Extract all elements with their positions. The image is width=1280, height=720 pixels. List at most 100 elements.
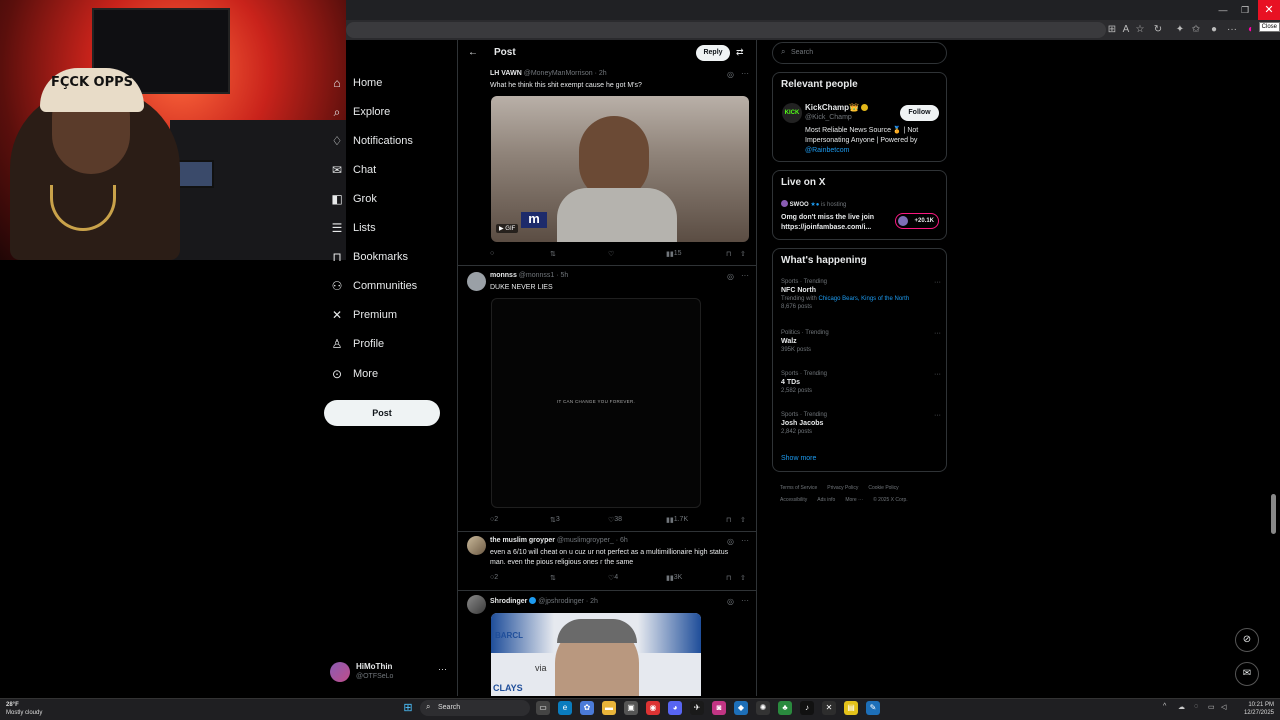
edge-icon[interactable]: e [558, 701, 572, 715]
bookmark-icon[interactable]: ⊓ [726, 516, 731, 524]
nav-item-chat[interactable]: ✉ Chat [330, 159, 376, 181]
retweet-icon[interactable]: ⇅ [550, 574, 556, 582]
tweet-gif[interactable]: m ▶ GIF [491, 96, 749, 242]
tweet-author[interactable]: LH VAWN @MoneyManMorrison · 2h [490, 70, 607, 77]
views-count[interactable]: ▮▮ 3K [666, 574, 682, 582]
profile-icon[interactable]: ● [1208, 24, 1220, 36]
apps-icon[interactable]: ⊞ [1106, 24, 1118, 36]
footer-link[interactable]: More ··· [845, 497, 863, 503]
app-icon[interactable]: ◆ [734, 701, 748, 715]
nav-item-profile[interactable]: ♙ Profile [330, 333, 385, 355]
footer-link[interactable]: © 2025 X Corp. [873, 497, 908, 503]
like-count[interactable]: ♡ 38 [608, 516, 622, 524]
file-explorer-icon[interactable]: ▬ [602, 701, 616, 715]
reply-count[interactable]: ○ 2 [490, 574, 498, 581]
footer-link[interactable]: Ads info [817, 497, 835, 503]
onedrive-icon[interactable]: ☁ [1178, 703, 1185, 711]
filter-icon[interactable]: ⇄ [736, 47, 744, 58]
chrome-icon[interactable]: ◉ [646, 701, 660, 715]
more-options-icon[interactable]: ··· [934, 412, 941, 419]
more-options-icon[interactable]: ··· [934, 330, 941, 337]
live-host[interactable]: SWOO ★● is hosting [781, 200, 846, 208]
footer-link[interactable]: Privacy Policy [827, 485, 858, 491]
live-text[interactable]: Omg don't miss the live join https://joi… [781, 213, 889, 233]
avatar[interactable]: KICK [782, 103, 802, 123]
retweet-count[interactable]: ⇅ 3 [550, 516, 560, 524]
taskbar-search[interactable]: ⌕ Search [420, 700, 530, 716]
scrollbar[interactable] [1271, 494, 1276, 534]
network-icon[interactable]: ▭ [1208, 703, 1215, 711]
reply-icon[interactable]: ○ [490, 250, 494, 257]
mic-icon[interactable]: ◌ [1194, 703, 1198, 710]
person-name[interactable]: KickChamp👑 [805, 103, 868, 112]
trend-item[interactable]: Sports · Trending 4 TDs 2,582 posts ··· [781, 371, 941, 394]
like-count[interactable]: ♡ 4 [608, 574, 618, 582]
footer-link[interactable]: Terms of Service [780, 485, 817, 491]
views-count[interactable]: ▮▮ 15 [666, 250, 682, 258]
tweet[interactable]: the muslim groyper @muslimgroyper_ · 6h … [458, 532, 756, 591]
footer-link[interactable]: Accessibility [780, 497, 807, 503]
steam-icon[interactable]: ✈ [690, 701, 704, 715]
tweet[interactable]: monnss @monnss1 · 5h ◎ ··· DUKE NEVER LI… [458, 266, 756, 532]
trend-item[interactable]: Sports · Trending Josh Jacobs 2,842 post… [781, 412, 941, 435]
app-icon[interactable]: ✎ [866, 701, 880, 715]
store-icon[interactable]: ▣ [624, 701, 638, 715]
tweet-author[interactable]: Shrodinger @jpshrodinger · 2h [490, 597, 598, 605]
grok-icon[interactable]: ⊘ [1235, 628, 1259, 652]
more-options-icon[interactable]: ··· [741, 69, 749, 78]
app-icon[interactable]: ♣ [778, 701, 792, 715]
copilot-app-icon[interactable]: ✿ [580, 701, 594, 715]
tweet-author[interactable]: the muslim groyper @muslimgroyper_ · 6h [490, 537, 628, 544]
read-aloud-icon[interactable]: A [1120, 24, 1132, 36]
retweet-icon[interactable]: ⇅ [550, 250, 556, 258]
favorite-star-icon[interactable]: ☆ [1134, 24, 1146, 36]
trend-item[interactable]: Politics · Trending Walz 395K posts ··· [781, 330, 941, 353]
browser-menu-icon[interactable]: ··· [1226, 24, 1238, 36]
nav-item-notifications[interactable]: ♢ Notifications [330, 130, 413, 152]
post-button[interactable]: Post [324, 400, 440, 426]
share-icon[interactable]: ⇧ [740, 250, 746, 258]
address-bar[interactable] [346, 22, 1106, 38]
refresh-icon[interactable]: ↻ [1152, 24, 1164, 36]
messages-icon[interactable]: ✉ [1235, 662, 1259, 686]
nav-item-lists[interactable]: ☰ Lists [330, 217, 376, 239]
tweet-video[interactable]: IT CAN CHANGE YOU FOREVER. [491, 298, 701, 508]
minimize-icon[interactable]: — [1212, 0, 1234, 20]
more-options-icon[interactable]: ··· [741, 271, 749, 280]
trend-meta-link[interactable]: Chicago Bears, Kings of the North [818, 296, 909, 302]
reply-button[interactable]: Reply [696, 45, 730, 61]
more-options-icon[interactable]: ··· [934, 371, 941, 378]
extensions-icon[interactable]: ✦ [1174, 24, 1186, 36]
share-icon[interactable]: ⇧ [740, 516, 746, 524]
windows-start-icon[interactable]: ⊞ [401, 701, 415, 715]
volume-icon[interactable]: ◁ [1221, 703, 1226, 711]
reply-count[interactable]: ○ 2 [490, 516, 498, 523]
more-options-icon[interactable]: ··· [741, 536, 749, 545]
follow-button[interactable]: Follow [900, 105, 939, 121]
tweet-image[interactable]: BARCL CLAYS via [491, 613, 701, 696]
discord-icon[interactable]: ◕ [668, 701, 682, 715]
nav-item-communities[interactable]: ⚇ Communities [330, 275, 418, 297]
trend-item[interactable]: Sports · Trending NFC North Trending wit… [781, 279, 941, 310]
tiktok-icon[interactable]: ♪ [800, 701, 814, 715]
nav-item-explore[interactable]: ⌕ Explore [330, 101, 391, 123]
taskbar-clock[interactable]: 10:21 PM 12/27/2025 [1236, 701, 1274, 717]
tweet[interactable]: LH VAWN @MoneyManMorrison · 2h ◎ ··· Wha… [458, 66, 756, 266]
weather-widget[interactable]: 28°F Mostly cloudy [6, 701, 42, 717]
tweet-author[interactable]: monnss @monnss1 · 5h [490, 272, 568, 279]
bookmark-icon[interactable]: ⊓ [726, 574, 731, 582]
like-icon[interactable]: ♡ [608, 250, 614, 258]
tray-chevron-icon[interactable]: ^ [1163, 703, 1166, 710]
show-more-link[interactable]: Show more [781, 455, 816, 462]
nav-item-bookmarks[interactable]: ⊓ Bookmarks [330, 246, 408, 268]
copilot-icon[interactable]: ◐ [1245, 24, 1257, 36]
task-view-icon[interactable]: ▭ [536, 701, 550, 715]
grok-icon[interactable]: ◎ [727, 272, 734, 281]
sticky-notes-icon[interactable]: ▤ [844, 701, 858, 715]
favorites-icon[interactable]: ✩ [1190, 24, 1202, 36]
account-switcher[interactable]: HiMoThin @OTFSeLo ··· [330, 660, 450, 688]
views-count[interactable]: ▮▮ 1.7K [666, 516, 688, 524]
nav-item-more[interactable]: ⊙ More [330, 363, 378, 385]
nav-item-premium[interactable]: ✕ Premium [330, 304, 397, 326]
instagram-icon[interactable]: ◙ [712, 701, 726, 715]
